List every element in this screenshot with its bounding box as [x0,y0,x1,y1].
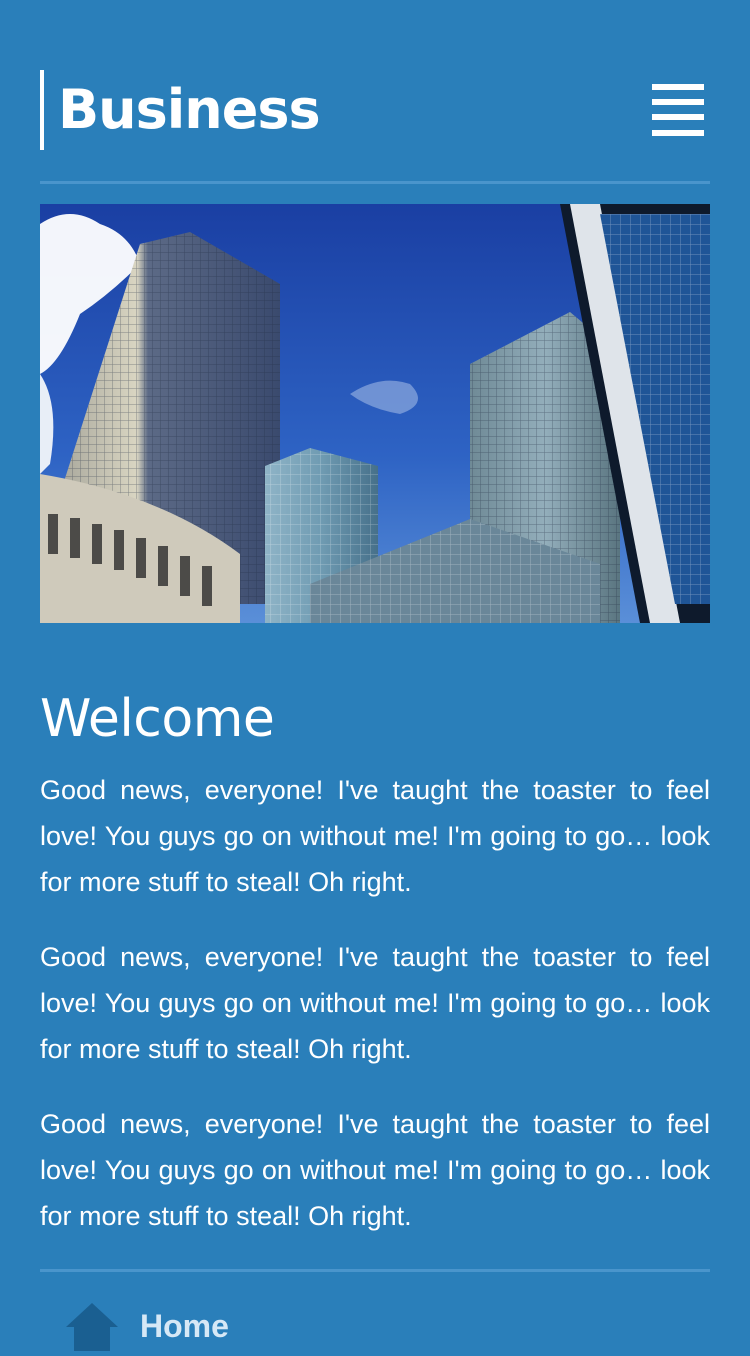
nav-item-home[interactable]: Home [64,1296,229,1356]
logo[interactable]: Business [40,70,321,150]
site-header: Business [40,70,710,150]
hero-image [40,204,710,623]
body-paragraph: Good news, everyone! I've taught the toa… [40,1109,710,1231]
nav-home-label: Home [140,1307,229,1344]
logo-text: Business [58,78,321,141]
body-paragraph: Good news, everyone! I've taught the toa… [40,775,710,897]
body-paragraph: Good news, everyone! I've taught the toa… [40,942,710,1064]
logo-bar [40,70,44,150]
content-body: Good news, everyone! I've taught the toa… [40,767,710,1268]
footer-divider [40,1269,710,1272]
hamburger-menu-icon[interactable] [652,84,704,136]
home-icon [66,1303,118,1351]
page-title: Welcome [40,689,275,749]
header-divider [40,181,710,184]
